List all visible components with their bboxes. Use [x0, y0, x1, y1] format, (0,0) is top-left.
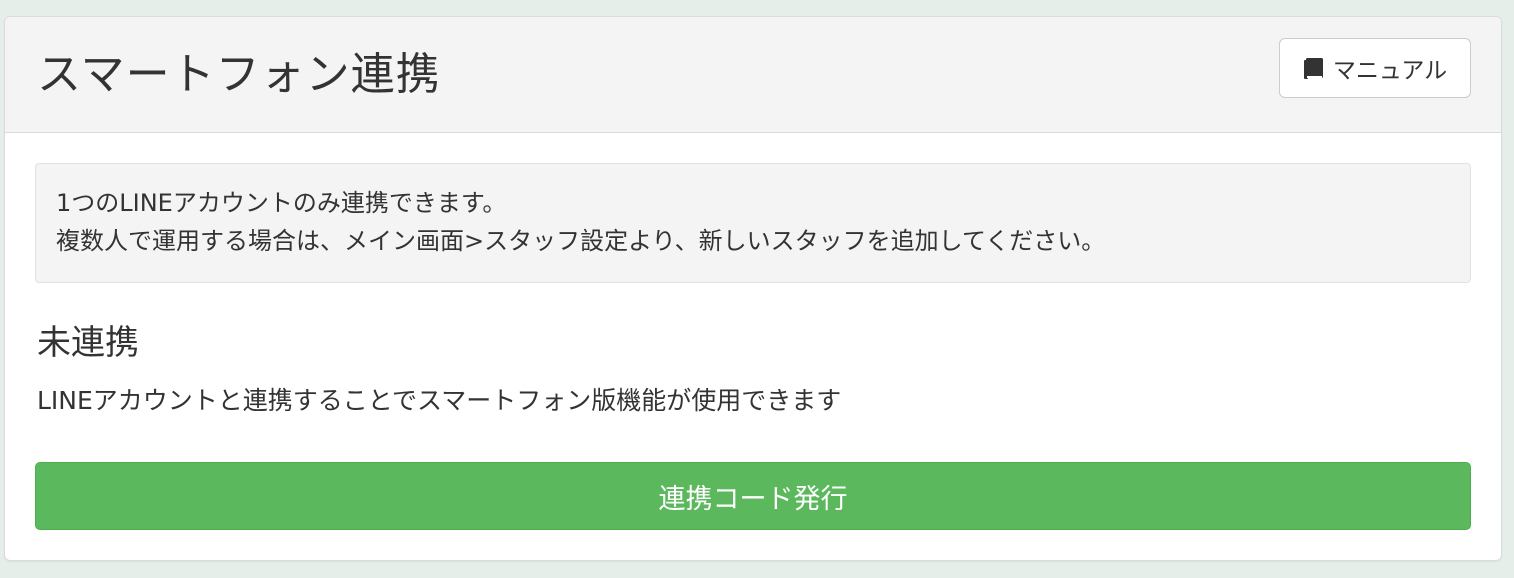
page-title: スマートフォン連携	[37, 49, 441, 100]
panel-header: スマートフォン連携 マニュアル	[5, 17, 1501, 133]
link-description: LINEアカウントと連携することでスマートフォン版機能が使用できます	[37, 386, 842, 415]
manual-button-label: マニュアル	[1332, 58, 1448, 84]
link-status-heading: 未連携	[37, 323, 139, 363]
notice-line: 複数人で運用する場合は、メイン画面>スタッフ設定より、新しいスタッフを追加してく…	[56, 227, 1106, 255]
issue-link-code-button[interactable]: 連携コード発行	[35, 462, 1471, 530]
book-icon	[1303, 56, 1325, 80]
smartphone-link-panel: スマートフォン連携 マニュアル 1つのLINEアカウントのみ連携できます。 複数…	[4, 16, 1502, 561]
notice-box: 1つのLINEアカウントのみ連携できます。 複数人で運用する場合は、メイン画面>…	[35, 163, 1471, 283]
manual-button[interactable]: マニュアル	[1279, 38, 1471, 98]
notice-line: 1つのLINEアカウントのみ連携できます。	[56, 189, 507, 217]
